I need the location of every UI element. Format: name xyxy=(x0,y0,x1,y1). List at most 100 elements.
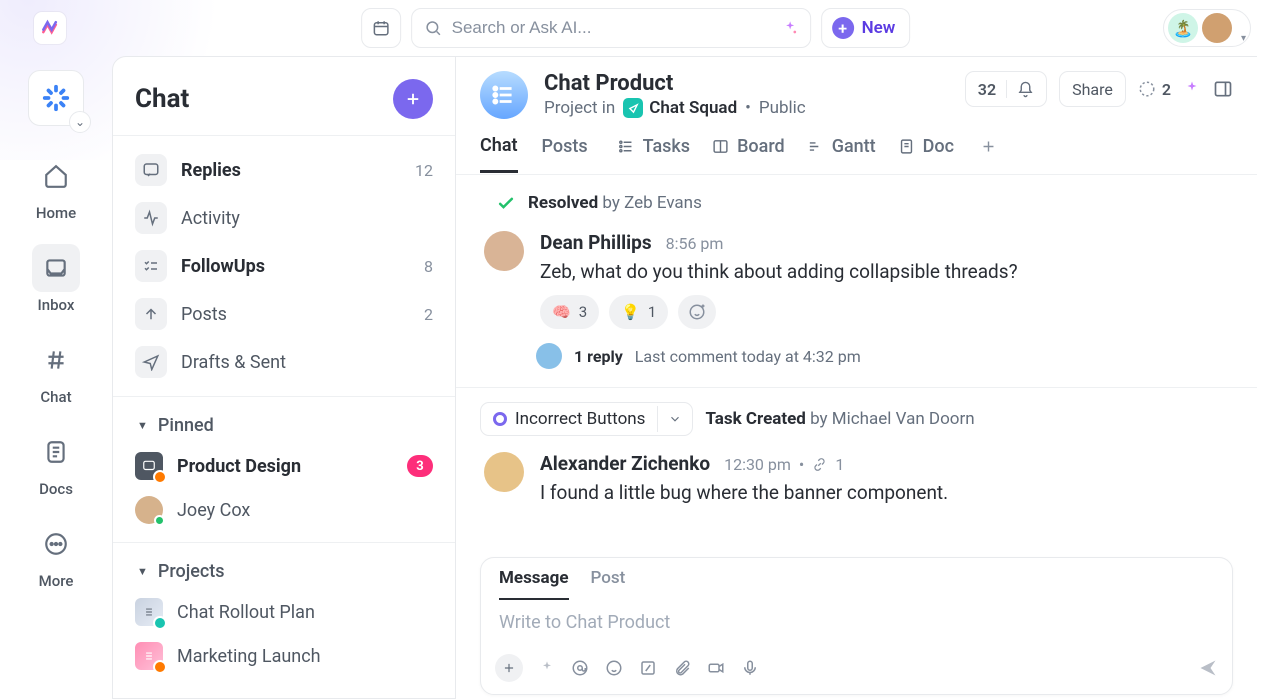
sidebar-item-replies[interactable]: Replies 12 xyxy=(123,146,445,194)
chevron-down-icon xyxy=(668,412,682,426)
attachment-icon[interactable] xyxy=(673,659,691,677)
rail-label: Docs xyxy=(39,480,73,498)
compose-button[interactable] xyxy=(393,79,433,119)
account-switcher[interactable]: 🏝️ ▾ xyxy=(1163,9,1251,47)
thread-replies[interactable]: 1 reply Last comment today at 4:32 pm xyxy=(536,343,1233,369)
send-button[interactable] xyxy=(1198,658,1218,678)
link-icon xyxy=(812,457,827,472)
send-up-icon xyxy=(142,305,160,323)
globe-icon[interactable]: 2 xyxy=(1138,80,1171,99)
composer-add-button[interactable] xyxy=(495,654,523,682)
tab-doc[interactable]: Doc xyxy=(898,136,954,171)
topbar: + New 🏝️ ▾ xyxy=(0,0,1271,56)
search-input[interactable] xyxy=(452,18,772,38)
composer-toolbar xyxy=(481,650,1232,694)
author-avatar[interactable] xyxy=(484,452,524,492)
ai-sparkle-icon[interactable] xyxy=(539,660,555,676)
message: Alexander Zichenko 12:30 pm • 1 I found … xyxy=(480,446,1233,504)
emoji-icon[interactable] xyxy=(605,659,623,677)
tab-board[interactable]: Board xyxy=(712,136,785,171)
hash-icon xyxy=(43,347,69,373)
add-reaction-button[interactable] xyxy=(678,295,716,329)
projects-heading[interactable]: ▼ Projects xyxy=(123,553,445,590)
plus-icon xyxy=(502,661,516,675)
sidebar-item-drafts[interactable]: Drafts & Sent xyxy=(123,338,445,386)
author-name[interactable]: Alexander Zichenko xyxy=(540,452,710,475)
doc-icon xyxy=(898,138,915,155)
add-emoji-icon xyxy=(688,303,706,321)
rail-label: Chat xyxy=(40,388,71,406)
pinned-heading[interactable]: ▼ Pinned xyxy=(123,407,445,444)
caret-down-icon: ▼ xyxy=(137,565,148,578)
followers-pill[interactable]: 32 xyxy=(965,71,1047,107)
tab-posts[interactable]: Posts xyxy=(542,136,588,171)
chevron-down-icon: ▾ xyxy=(1241,33,1246,44)
plus-icon xyxy=(980,138,997,155)
tab-gantt[interactable]: Gantt xyxy=(807,136,876,171)
check-icon xyxy=(496,193,516,213)
rail-more[interactable]: More xyxy=(20,512,92,598)
sidebar-item-followups[interactable]: FollowUps 8 xyxy=(123,242,445,290)
squad-chip[interactable]: Chat Squad xyxy=(623,98,737,118)
message-time: 12:30 pm xyxy=(724,455,791,474)
workspace-tile[interactable]: ⌄ xyxy=(28,70,84,126)
share-button[interactable]: Share xyxy=(1059,71,1126,107)
author-name[interactable]: Dean Phillips xyxy=(540,231,652,254)
global-search[interactable] xyxy=(411,8,811,48)
user-avatar xyxy=(1202,13,1232,43)
video-icon[interactable] xyxy=(707,659,725,677)
new-button[interactable]: + New xyxy=(821,8,911,48)
rail-home[interactable]: Home xyxy=(20,144,92,230)
home-icon xyxy=(43,163,69,189)
more-icon xyxy=(43,531,69,557)
author-avatar[interactable] xyxy=(484,231,524,271)
sidebar-item-posts[interactable]: Posts 2 xyxy=(123,290,445,338)
composer-tab-message[interactable]: Message xyxy=(499,568,569,600)
pinned-product-design[interactable]: Product Design 3 xyxy=(123,444,445,488)
tab-chat[interactable]: Chat xyxy=(480,135,518,173)
composer-tab-post[interactable]: Post xyxy=(591,568,626,600)
bell-icon xyxy=(1017,81,1034,98)
mic-icon[interactable] xyxy=(741,659,759,677)
project-chat-rollout[interactable]: Chat Rollout Plan xyxy=(123,590,445,634)
rail-docs[interactable]: Docs xyxy=(20,420,92,506)
workspace-icon: 🏝️ xyxy=(1168,13,1198,43)
add-view-button[interactable] xyxy=(980,136,997,171)
rail-label: Inbox xyxy=(38,296,75,314)
linked-task-pill[interactable]: Incorrect Buttons xyxy=(480,402,693,436)
reaction-brain[interactable]: 🧠3 xyxy=(540,295,599,329)
send-icon xyxy=(142,353,160,371)
sidebar-item-activity[interactable]: Activity xyxy=(123,194,445,242)
panel-icon[interactable] xyxy=(1213,79,1233,99)
plus-icon: + xyxy=(832,17,854,39)
channel-icon xyxy=(135,452,163,480)
slash-command-icon[interactable] xyxy=(639,659,657,677)
reply-icon xyxy=(142,161,160,179)
message-time: 8:56 pm xyxy=(666,234,724,253)
rail-inbox[interactable]: Inbox xyxy=(20,236,92,322)
composer-input[interactable] xyxy=(481,600,1232,646)
calendar-button[interactable] xyxy=(361,8,401,48)
project-in-label: Project in xyxy=(544,98,615,118)
task-created-row: Incorrect Buttons Task Created by Michae… xyxy=(480,402,1233,436)
checklist-icon xyxy=(142,257,160,275)
mention-icon[interactable] xyxy=(571,659,589,677)
inbox-icon xyxy=(43,255,69,281)
unread-badge: 3 xyxy=(407,455,433,477)
rail-chat[interactable]: Chat xyxy=(20,328,92,414)
space-header: Chat Product Project in Chat Squad • Pub… xyxy=(456,57,1257,119)
message-text: Zeb, what do you think about adding coll… xyxy=(540,260,1233,283)
reaction-bulb[interactable]: 💡1 xyxy=(609,295,668,329)
pinned-joey-cox[interactable]: Joey Cox xyxy=(123,488,445,532)
tab-tasks[interactable]: Tasks xyxy=(618,136,690,171)
project-marketing-launch[interactable]: Marketing Launch xyxy=(123,634,445,678)
rail-label: More xyxy=(39,572,74,590)
chevron-down-icon[interactable]: ⌄ xyxy=(69,111,91,133)
app-logo[interactable] xyxy=(34,12,66,44)
task-pill-dropdown[interactable] xyxy=(657,406,692,432)
board-icon xyxy=(712,138,729,155)
ai-sparkle-icon[interactable] xyxy=(1183,80,1201,98)
status-dot-icon xyxy=(493,412,507,426)
list-icon xyxy=(135,642,163,670)
visibility-label: Public xyxy=(759,98,806,118)
